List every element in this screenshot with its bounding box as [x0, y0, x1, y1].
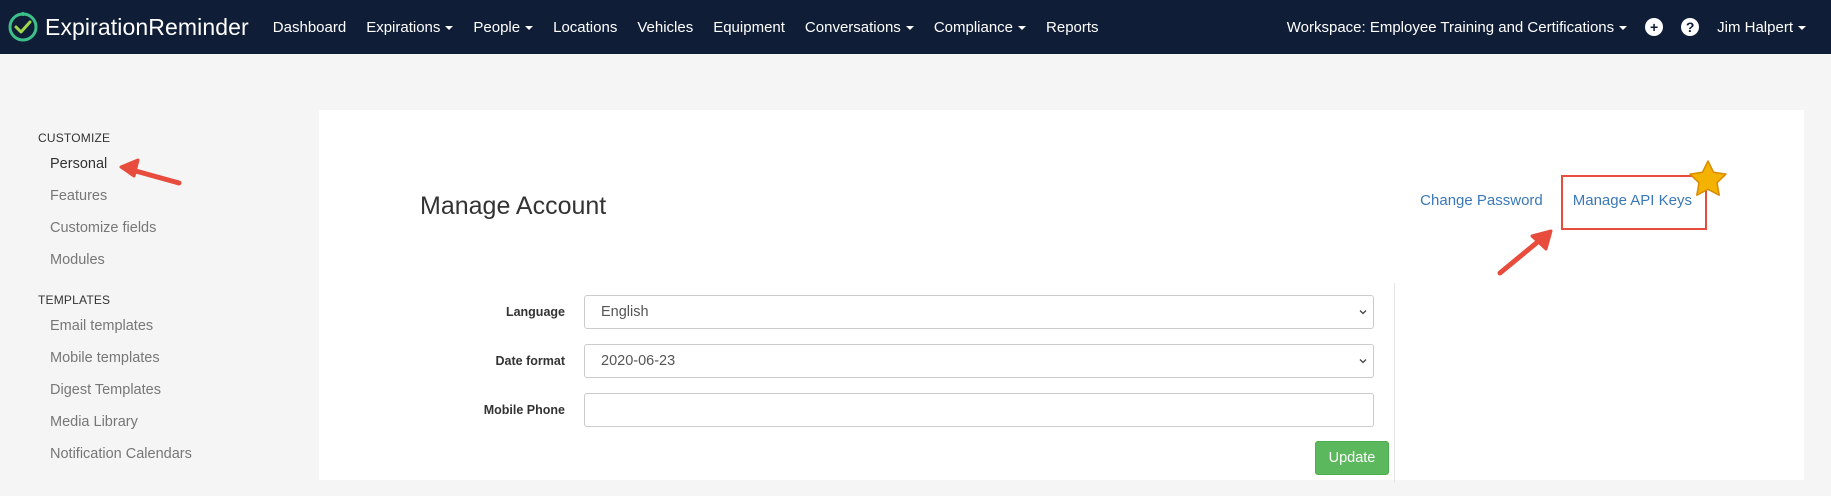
date-format-select[interactable]: 2020-06-23 [584, 344, 1374, 378]
settings-sidebar: CUSTOMIZE Personal Features Customize fiel… [38, 128, 298, 470]
user-menu[interactable]: Jim Halpert [1708, 0, 1815, 54]
language-value: English [601, 304, 649, 320]
nav-item-label: Locations [553, 18, 618, 36]
nav-item-equipment[interactable]: Equipment [703, 0, 795, 54]
chevron-down-icon [1359, 310, 1367, 315]
sidebar-heading-templates: TEMPLATES [38, 293, 111, 307]
sidebar-item-modules[interactable]: Modules [38, 244, 298, 276]
update-button[interactable]: Update [1315, 441, 1389, 475]
chevron-down-icon [1018, 26, 1027, 30]
date-format-value: 2020-06-23 [601, 353, 676, 369]
help-button[interactable]: ? [1672, 0, 1708, 54]
chevron-down-icon [1359, 359, 1367, 364]
sidebar-item-mobile-templates[interactable]: Mobile templates [38, 342, 298, 374]
page-title: Manage Account [420, 192, 607, 220]
sidebar-item-customize-fields[interactable]: Customize fields [38, 212, 298, 244]
nav-item-people[interactable]: People [463, 0, 543, 54]
clock-check-logo-icon [8, 12, 38, 42]
top-navbar: ExpirationReminder Dashboard Expirations P… [0, 0, 1831, 54]
chevron-down-icon [905, 26, 914, 30]
mobile-phone-row: Mobile Phone [420, 393, 1395, 427]
highlight-box [1561, 175, 1707, 230]
nav-item-label: Vehicles [637, 18, 694, 36]
nav-item-label: Equipment [713, 18, 785, 36]
workspace-dropdown[interactable]: Workspace: Employee Training and Certifi… [1278, 0, 1636, 54]
sidebar-item-personal[interactable]: Personal [38, 148, 298, 180]
plus-circle-icon: + [1645, 18, 1664, 36]
brand-logo-link[interactable]: ExpirationReminder [6, 0, 249, 54]
nav-item-reports[interactable]: Reports [1036, 0, 1109, 54]
sidebar-item-media-library[interactable]: Media Library [38, 406, 298, 438]
nav-item-label: Dashboard [272, 18, 347, 36]
add-button[interactable]: + [1636, 0, 1672, 54]
sidebar-item-digest-templates[interactable]: Digest Templates [38, 374, 298, 406]
mobile-phone-label: Mobile Phone [483, 403, 565, 417]
chevron-down-icon [525, 26, 534, 30]
date-format-label: Date format [495, 354, 565, 368]
nav-item-dashboard[interactable]: Dashboard [263, 0, 356, 54]
workspace-label: Workspace: Employee Training and Certifi… [1286, 18, 1615, 36]
nav-item-label: Conversations [804, 18, 901, 36]
language-label: Language [505, 305, 565, 319]
nav-item-locations[interactable]: Locations [543, 0, 627, 54]
account-form: Language English Date format 2020-06-23 … [420, 283, 1395, 483]
sidebar-heading-customize: CUSTOMIZE [38, 131, 111, 145]
brand-name: ExpirationReminder [45, 13, 249, 40]
mobile-phone-input[interactable] [584, 393, 1374, 427]
user-name: Jim Halpert [1717, 18, 1793, 36]
sidebar-item-features[interactable]: Features [38, 180, 298, 212]
chevron-down-icon [1798, 26, 1806, 30]
manage-account-panel: Manage Account Change Password Manage AP… [319, 110, 1804, 483]
language-select[interactable]: English [584, 295, 1374, 329]
chevron-down-icon [1619, 26, 1628, 30]
language-row: Language English [420, 295, 1395, 329]
nav-item-label: Reports [1046, 18, 1099, 36]
nav-item-label: Compliance [933, 18, 1014, 36]
date-format-row: Date format 2020-06-23 [420, 344, 1395, 378]
nav-item-vehicles[interactable]: Vehicles [627, 0, 703, 54]
change-password-link[interactable]: Change Password [1420, 192, 1543, 209]
nav-right: Workspace: Employee Training and Certifi… [1278, 0, 1815, 54]
nav-item-label: People [473, 18, 521, 36]
main-nav: Dashboard Expirations People Locations Vehic… [263, 0, 1109, 54]
sidebar-item-notification-calendars[interactable]: Notification Calendars [38, 438, 298, 470]
nav-item-label: Expirations [366, 18, 441, 36]
nav-item-expirations[interactable]: Expirations [356, 0, 463, 54]
sidebar-item-email-templates[interactable]: Email templates [38, 310, 298, 342]
nav-item-compliance[interactable]: Compliance [924, 0, 1036, 54]
nav-item-conversations[interactable]: Conversations [795, 0, 924, 54]
question-circle-icon: ? [1681, 18, 1700, 36]
chevron-down-icon [445, 26, 454, 30]
